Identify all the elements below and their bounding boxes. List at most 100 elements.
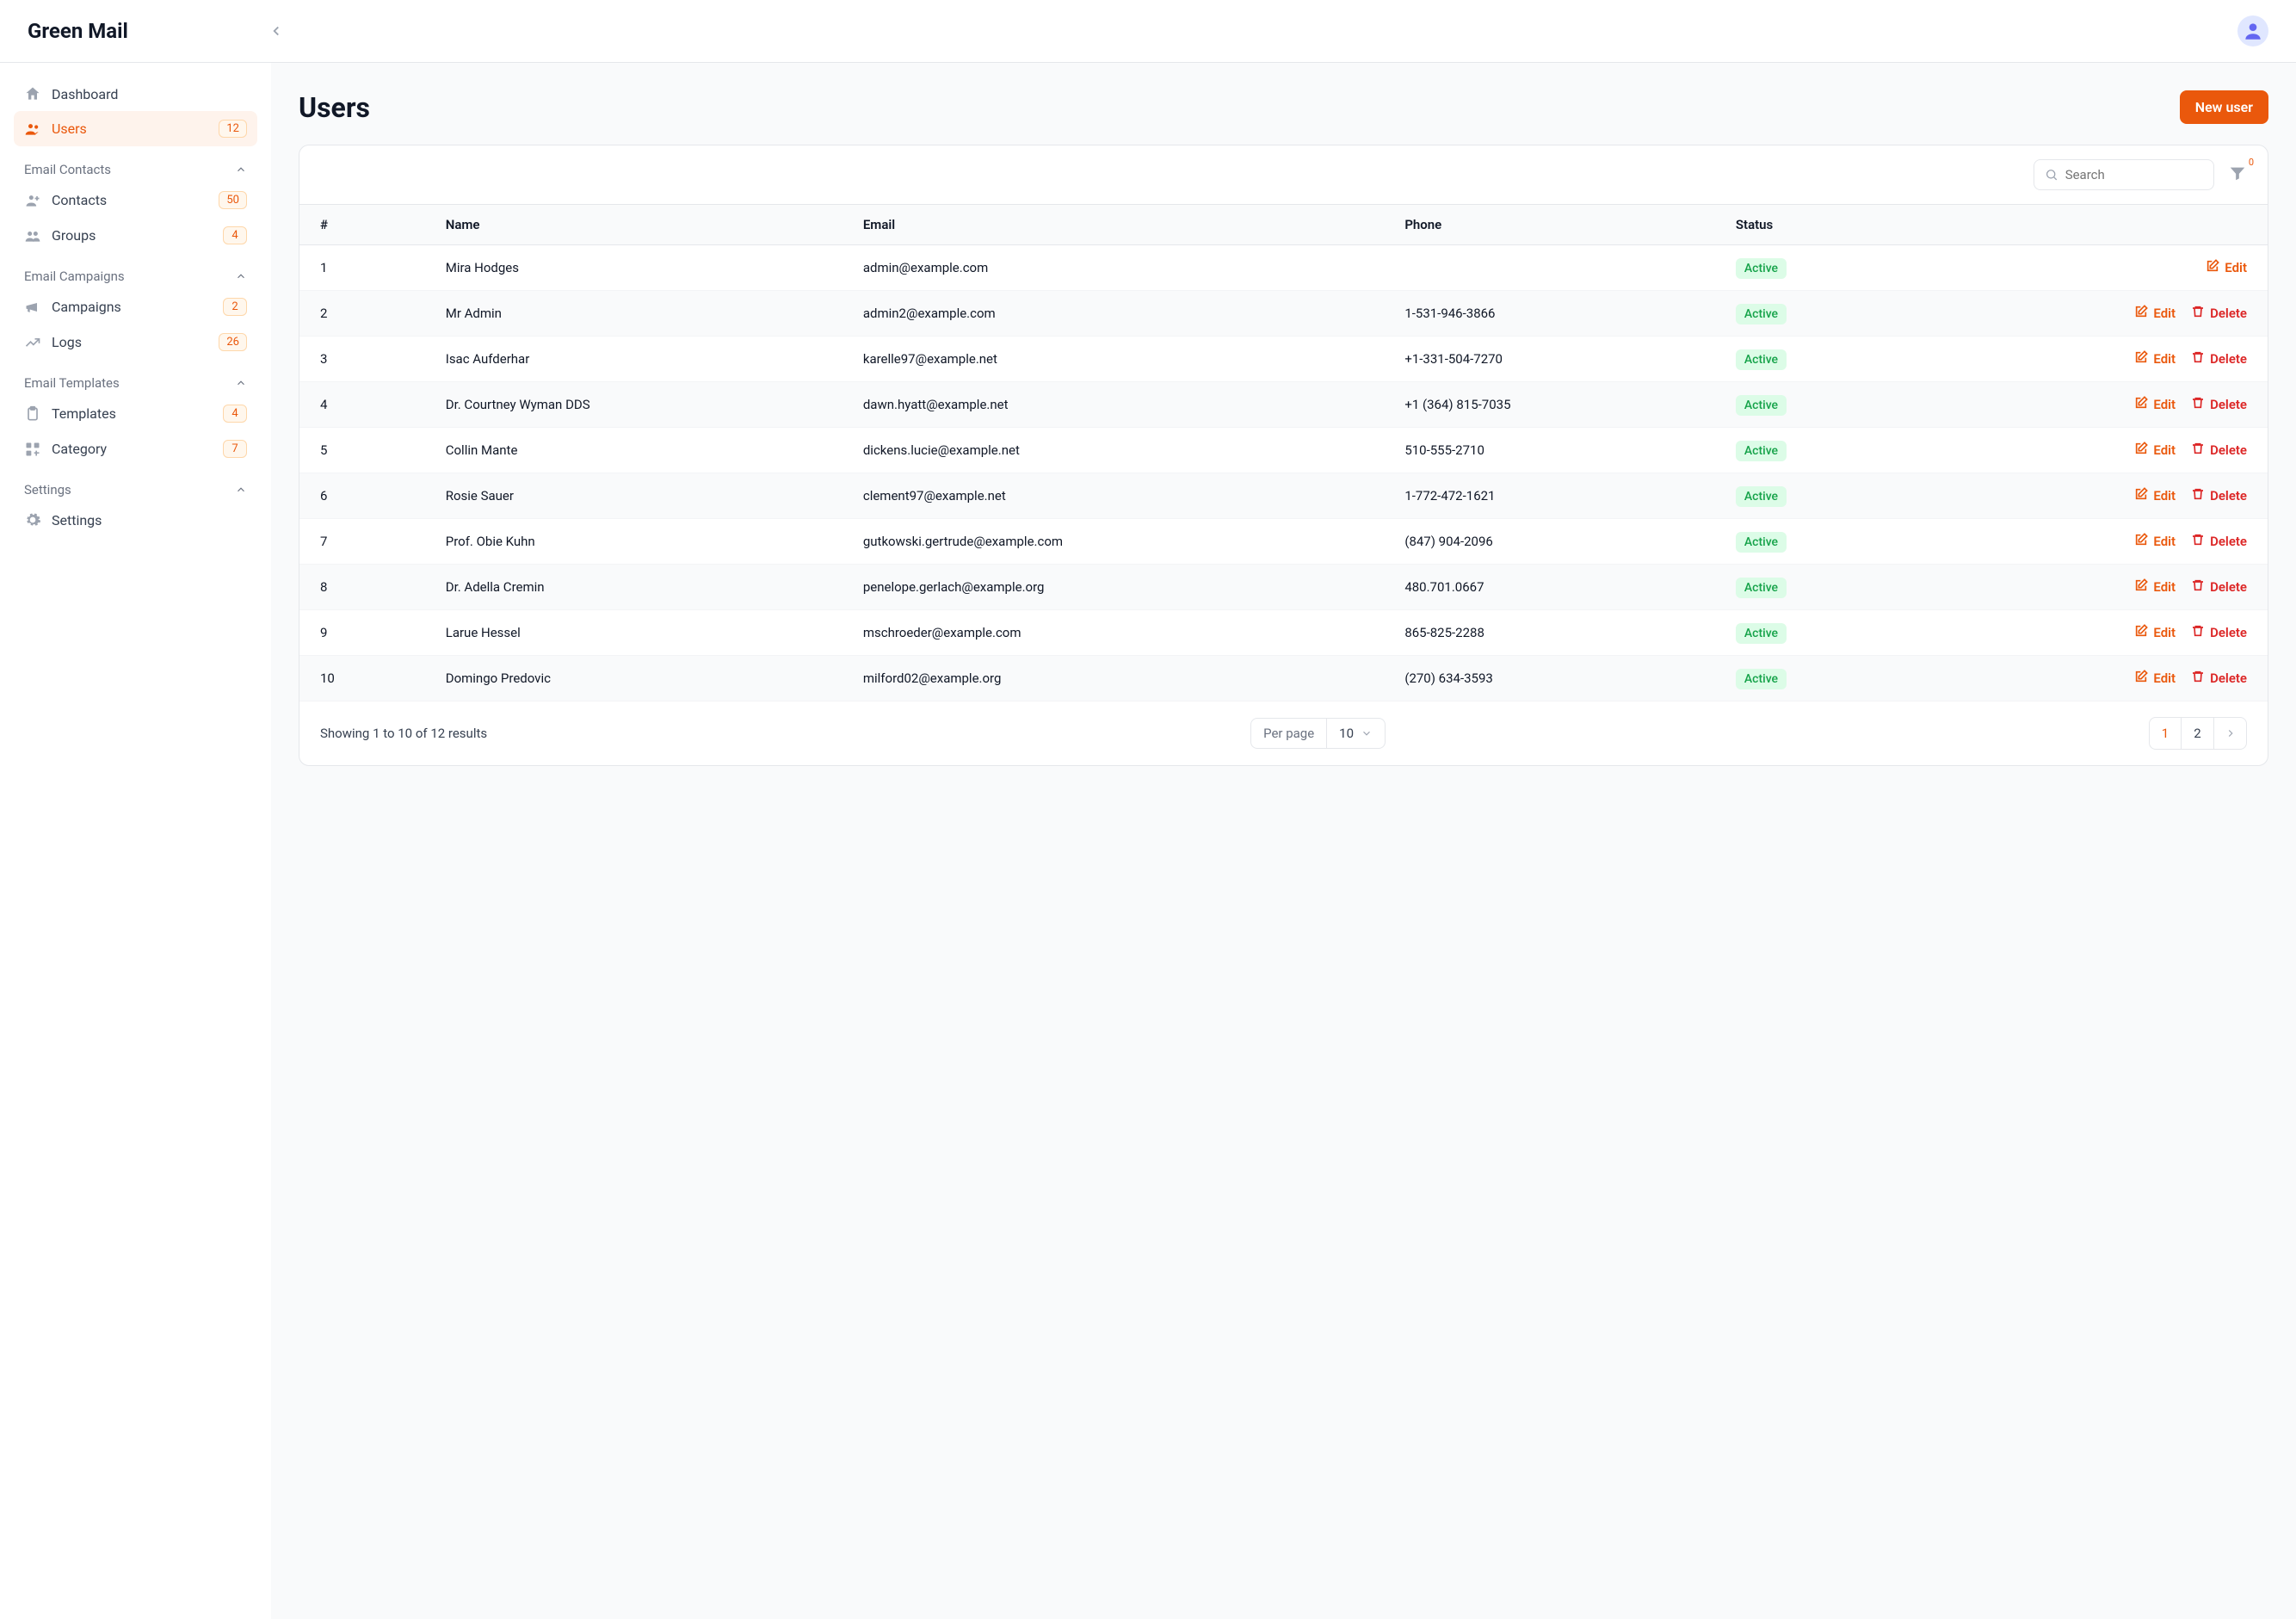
- delete-button[interactable]: Delete: [2191, 533, 2247, 550]
- delete-label: Delete: [2210, 625, 2247, 640]
- column-header[interactable]: Status: [1715, 205, 1923, 245]
- chevron-up-icon: [235, 164, 247, 176]
- new-user-button[interactable]: New user: [2180, 90, 2268, 124]
- delete-button[interactable]: Delete: [2191, 350, 2247, 368]
- status-badge: Active: [1736, 532, 1787, 553]
- cell-index: 1: [299, 245, 425, 291]
- edit-label: Edit: [2153, 488, 2176, 504]
- cell-phone: +1 (364) 815-7035: [1384, 382, 1715, 428]
- users-solid-icon: [24, 227, 41, 244]
- cell-phone: 1-531-946-3866: [1384, 291, 1715, 337]
- page-button-1[interactable]: 1: [2149, 717, 2182, 750]
- delete-label: Delete: [2210, 670, 2247, 686]
- edit-button[interactable]: Edit: [2134, 487, 2176, 504]
- delete-button[interactable]: Delete: [2191, 578, 2247, 596]
- column-header[interactable]: Name: [425, 205, 842, 245]
- delete-button[interactable]: Delete: [2191, 487, 2247, 504]
- trash-icon: [2191, 305, 2205, 322]
- delete-button[interactable]: Delete: [2191, 396, 2247, 413]
- section-title-label: Settings: [24, 482, 71, 497]
- page-next-button[interactable]: [2214, 717, 2247, 750]
- filter-button[interactable]: 0: [2228, 164, 2247, 186]
- status-badge: Active: [1736, 349, 1787, 370]
- status-badge: Active: [1736, 258, 1787, 279]
- edit-button[interactable]: Edit: [2134, 624, 2176, 641]
- cell-name: Dr. Adella Cremin: [425, 565, 842, 610]
- sidebar-item-campaigns[interactable]: Campaigns2: [14, 289, 257, 324]
- users-icon: [24, 120, 41, 138]
- sidebar-section-email-templates[interactable]: Email Templates: [14, 360, 257, 396]
- cell-name: Mr Admin: [425, 291, 842, 337]
- edit-icon: [2134, 396, 2148, 413]
- sidebar-item-dashboard[interactable]: Dashboard: [14, 77, 257, 111]
- chevron-up-icon: [235, 484, 247, 496]
- page-button-2[interactable]: 2: [2182, 717, 2214, 750]
- cell-email: gutkowski.gertrude@example.com: [842, 519, 1384, 565]
- status-badge: Active: [1736, 441, 1787, 461]
- table-row: 8 Dr. Adella Cremin penelope.gerlach@exa…: [299, 565, 2268, 610]
- delete-label: Delete: [2210, 579, 2247, 595]
- cell-email: penelope.gerlach@example.org: [842, 565, 1384, 610]
- sidebar-section-email-campaigns[interactable]: Email Campaigns: [14, 253, 257, 289]
- sidebar-section-email-contacts[interactable]: Email Contacts: [14, 146, 257, 182]
- trash-icon: [2191, 533, 2205, 550]
- edit-button[interactable]: Edit: [2134, 578, 2176, 596]
- user-avatar[interactable]: [2237, 15, 2268, 46]
- cell-phone: +1-331-504-7270: [1384, 337, 1715, 382]
- edit-button[interactable]: Edit: [2134, 350, 2176, 368]
- filter-count: 0: [2249, 157, 2254, 168]
- status-badge: Active: [1736, 486, 1787, 507]
- column-header[interactable]: Email: [842, 205, 1384, 245]
- sidebar-item-groups[interactable]: Groups 4: [14, 218, 257, 253]
- nav-badge: 4: [223, 226, 247, 244]
- edit-button[interactable]: Edit: [2206, 259, 2247, 276]
- cell-name: Larue Hessel: [425, 610, 842, 656]
- per-page-label: Per page: [1251, 719, 1327, 748]
- cell-name: Domingo Predovic: [425, 656, 842, 701]
- sidebar-item-templates[interactable]: Templates4: [14, 396, 257, 431]
- trash-icon: [2191, 624, 2205, 641]
- sidebar-item-settings[interactable]: Settings: [14, 503, 257, 537]
- edit-icon: [2134, 670, 2148, 687]
- column-header[interactable]: #: [299, 205, 425, 245]
- table-row: 10 Domingo Predovic milford02@example.or…: [299, 656, 2268, 701]
- section-title-label: Email Contacts: [24, 162, 111, 177]
- delete-label: Delete: [2210, 534, 2247, 549]
- column-header[interactable]: [1923, 205, 2268, 245]
- per-page-select[interactable]: Per page 10: [1250, 718, 1386, 749]
- cell-index: 10: [299, 656, 425, 701]
- cell-phone: (270) 634-3593: [1384, 656, 1715, 701]
- cell-phone: 510-555-2710: [1384, 428, 1715, 473]
- chevron-right-icon: [2225, 727, 2237, 739]
- edit-label: Edit: [2153, 625, 2176, 640]
- edit-button[interactable]: Edit: [2134, 305, 2176, 322]
- search-input[interactable]: [2065, 167, 2203, 182]
- edit-button[interactable]: Edit: [2134, 533, 2176, 550]
- sidebar-collapse-button[interactable]: [266, 21, 287, 41]
- cell-email: mschroeder@example.com: [842, 610, 1384, 656]
- edit-button[interactable]: Edit: [2134, 442, 2176, 459]
- edit-button[interactable]: Edit: [2134, 396, 2176, 413]
- chevron-left-icon: [268, 23, 284, 39]
- sidebar-section-settings[interactable]: Settings: [14, 467, 257, 503]
- status-badge: Active: [1736, 623, 1787, 644]
- sidebar-item-contacts[interactable]: Contacts 50: [14, 182, 257, 218]
- sidebar-item-logs[interactable]: Logs26: [14, 324, 257, 360]
- delete-button[interactable]: Delete: [2191, 624, 2247, 641]
- cell-email: dickens.lucie@example.net: [842, 428, 1384, 473]
- cell-name: Mira Hodges: [425, 245, 842, 291]
- search-input-wrap[interactable]: [2034, 159, 2214, 190]
- column-header[interactable]: Phone: [1384, 205, 1715, 245]
- edit-label: Edit: [2153, 534, 2176, 549]
- delete-button[interactable]: Delete: [2191, 305, 2247, 322]
- sidebar-item-label: Contacts: [52, 192, 107, 208]
- sidebar-item-users[interactable]: Users12: [14, 111, 257, 146]
- user-plus-icon: [24, 192, 41, 209]
- delete-button[interactable]: Delete: [2191, 442, 2247, 459]
- edit-button[interactable]: Edit: [2134, 670, 2176, 687]
- cell-index: 5: [299, 428, 425, 473]
- nav-badge: 50: [219, 191, 247, 209]
- delete-button[interactable]: Delete: [2191, 670, 2247, 687]
- sidebar-item-label: Groups: [52, 227, 96, 244]
- sidebar-item-category[interactable]: Category7: [14, 431, 257, 467]
